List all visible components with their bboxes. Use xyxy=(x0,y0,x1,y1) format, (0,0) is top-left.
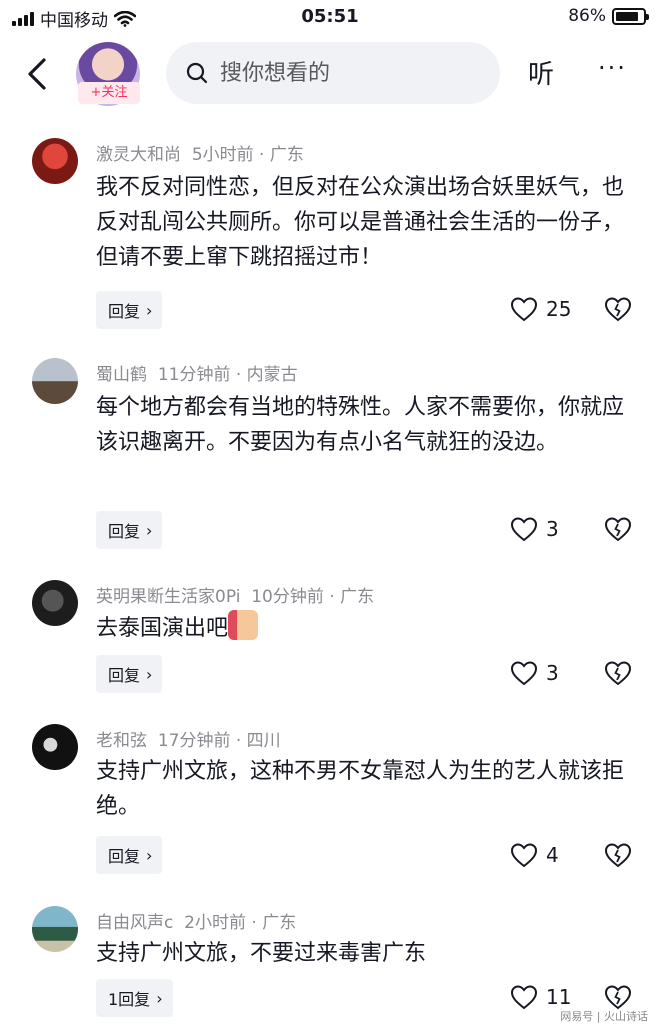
dislike-icon[interactable] xyxy=(604,660,632,686)
comment-meta: 激灵大和尚 5小时前 · 广东 xyxy=(96,145,304,165)
comment-text: 支持广州文旅，不要过来毒害广东 xyxy=(96,941,427,966)
comment-text-content: 去泰国演出吧 xyxy=(96,616,229,641)
dislike-icon[interactable] xyxy=(604,842,632,868)
listen-button[interactable]: 听 xyxy=(528,54,554,91)
heart-icon xyxy=(510,297,538,322)
comment-time: 2小时前 xyxy=(184,913,246,933)
like-button[interactable]: 3 xyxy=(510,516,559,542)
like-button[interactable]: 4 xyxy=(510,842,559,868)
like-button[interactable]: 3 xyxy=(510,660,559,686)
commenter-name[interactable]: 英明果断生活家0Pi xyxy=(96,587,240,607)
dislike-icon[interactable] xyxy=(604,516,632,542)
search-input[interactable] xyxy=(220,60,470,86)
commenter-avatar[interactable] xyxy=(32,138,78,184)
comment-text: 去泰国演出吧 xyxy=(96,610,636,646)
like-button[interactable]: 11 xyxy=(510,984,571,1010)
comment-text: 支持广州文旅，这种不男不女靠怼人为生的艺人就该拒绝。 xyxy=(96,759,625,819)
status-bar: 中国移动 05:51 86% xyxy=(0,0,660,34)
like-count: 11 xyxy=(546,985,572,1009)
comment-meta: 老和弦 17分钟前 · 四川 xyxy=(96,731,281,751)
reply-button[interactable]: 1回复 › xyxy=(96,979,173,1017)
follow-button[interactable]: +关注 xyxy=(78,82,140,104)
comment-time: 10分钟前 xyxy=(251,587,324,607)
reply-label: 回复 xyxy=(108,302,141,321)
reply-button[interactable]: 回复 › xyxy=(96,836,163,874)
reply-label: 回复 xyxy=(108,666,141,685)
comment-location: 广东 xyxy=(269,145,304,165)
comment-time: 17分钟前 xyxy=(157,731,231,751)
chevron-right-icon: › xyxy=(146,664,153,684)
reply-label: 回复 xyxy=(108,847,141,866)
comment-location: 四川 xyxy=(246,731,281,751)
like-count: 3 xyxy=(546,517,559,541)
top-nav: +关注 听 ··· xyxy=(0,38,660,110)
like-count: 3 xyxy=(546,661,559,685)
commenter-avatar[interactable] xyxy=(32,358,78,404)
dislike-icon[interactable] xyxy=(604,296,632,322)
comment-time: 5小时前 xyxy=(191,145,254,165)
reply-button[interactable]: 回复 › xyxy=(96,655,163,693)
comment-meta: 蜀山鹤 11分钟前 · 内蒙古 xyxy=(96,365,298,385)
comment-location: 广东 xyxy=(340,587,375,607)
reply-button[interactable]: 回复 › xyxy=(96,511,163,549)
heart-icon xyxy=(510,661,538,686)
chevron-right-icon: › xyxy=(156,988,163,1008)
comment-meta: 英明果断生活家0Pi 10分钟前 · 广东 xyxy=(96,587,375,607)
more-options-button[interactable]: ··· xyxy=(598,54,627,82)
search-icon xyxy=(186,62,208,84)
commenter-name[interactable]: 激灵大和尚 xyxy=(96,145,181,165)
search-bar[interactable] xyxy=(166,42,500,104)
like-count: 25 xyxy=(546,297,572,321)
like-button[interactable]: 25 xyxy=(510,296,571,322)
comment-text: 每个地方都会有当地的特殊性。人家不需要你，你就应该识趣离开。不要因为有点小名气就… xyxy=(96,395,625,455)
comment-text: 我不反对同性恋，但反对在公众演出场合妖里妖气，也反对乱闯公共厕所。你可以是普通社… xyxy=(96,175,625,270)
commenter-avatar[interactable] xyxy=(32,906,78,952)
comment-time: 11分钟前 xyxy=(157,365,231,385)
commenter-avatar[interactable] xyxy=(32,724,78,770)
comment-location: 内蒙古 xyxy=(246,365,298,385)
commenter-name[interactable]: 老和弦 xyxy=(96,731,147,751)
chevron-right-icon: › xyxy=(146,520,153,540)
watermark: 网易号 | 火山诗话 xyxy=(560,1010,648,1023)
reply-label: 回复 xyxy=(108,522,141,541)
status-time: 05:51 xyxy=(301,6,359,27)
comment-location: 广东 xyxy=(262,913,297,933)
battery-icon xyxy=(612,7,649,25)
battery-percent: 86% xyxy=(568,6,606,26)
heart-icon xyxy=(510,843,538,868)
comment-meta: 自由风声c 2小时前 · 广东 xyxy=(96,913,297,933)
dislike-icon[interactable] xyxy=(604,984,632,1010)
reply-button[interactable]: 回复 › xyxy=(96,291,163,329)
heart-icon xyxy=(510,517,538,542)
reply-label: 1回复 xyxy=(108,990,151,1009)
thumbs-up-icon xyxy=(228,610,259,640)
status-bar-right: 86% xyxy=(568,6,649,26)
commenter-name[interactable]: 自由风声c xyxy=(96,913,173,933)
like-count: 4 xyxy=(546,843,559,867)
heart-icon xyxy=(510,985,538,1010)
chevron-right-icon: › xyxy=(146,300,153,320)
chevron-right-icon: › xyxy=(146,845,153,865)
back-arrow-icon[interactable] xyxy=(22,54,54,94)
commenter-name[interactable]: 蜀山鹤 xyxy=(96,365,147,385)
commenter-avatar[interactable] xyxy=(32,580,78,626)
